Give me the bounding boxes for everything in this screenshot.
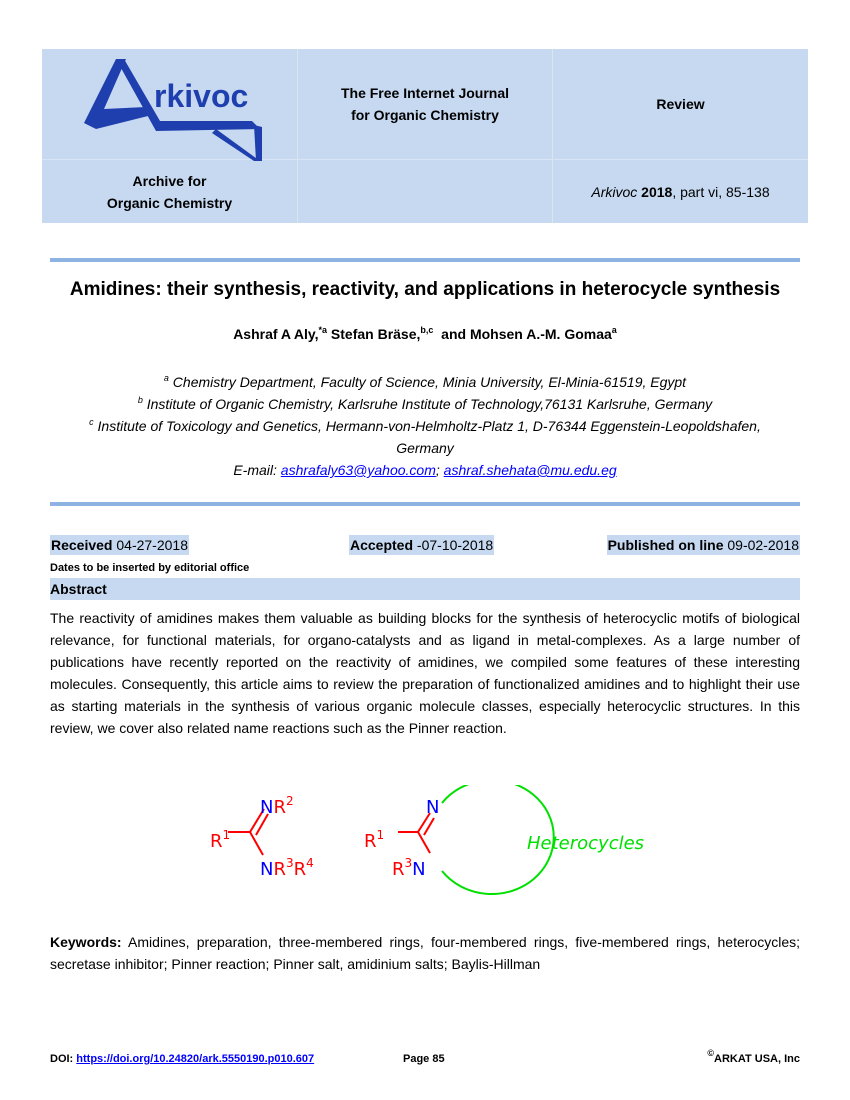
n-bottom: N xyxy=(260,859,273,880)
amidine-scheme: R1 NR2 NR3R4 R1 N R3N Heterocycles xyxy=(210,785,644,895)
affiliation-text: Chemistry Department, Faculty of Science… xyxy=(168,374,687,390)
r3-label: R xyxy=(273,859,286,880)
journal-tagline-line1: The Free Internet Journal xyxy=(340,85,510,101)
affiliation: c Institute of Toxicology and Genetics, … xyxy=(40,415,810,437)
citation: Arkivoc 2018, part vi, 85-138 xyxy=(553,160,808,223)
r1-label: R xyxy=(364,831,377,852)
r2-label: R xyxy=(273,797,286,818)
affiliation: b Institute of Organic Chemistry, Karlsr… xyxy=(40,393,810,415)
accepted-date: Accepted -07-10-2018 xyxy=(349,535,495,555)
n-top: N xyxy=(260,797,273,818)
accepted-value: -07-10-2018 xyxy=(413,537,494,553)
svg-text:rkivoc: rkivoc xyxy=(154,78,248,114)
article-type: Review xyxy=(656,96,705,112)
author-affiliation-mark: *a xyxy=(318,325,328,335)
journal-tagline-line2: for Organic Chemistry xyxy=(351,107,499,123)
keywords-text: Amidines, preparation, three-membered ri… xyxy=(50,934,800,972)
doi-label: DOI: xyxy=(50,1053,77,1065)
email-link-2[interactable]: ashraf.shehata@mu.edu.eg xyxy=(444,462,617,478)
email-line: E-mail: ashrafaly63@yahoo.com; ashraf.sh… xyxy=(40,459,810,481)
affiliation-text: Institute of Toxicology and Genetics, He… xyxy=(93,418,761,434)
author-name: and Mohsen A.-M. Gomaa xyxy=(433,326,612,342)
divider-rule xyxy=(50,258,800,262)
archive-line1: Archive for xyxy=(132,172,207,189)
editorial-note: Dates to be inserted by editorial office xyxy=(50,562,250,574)
published-label: Published on line xyxy=(607,537,724,553)
author-name: Ashraf A Aly, xyxy=(233,326,319,342)
r1-label: R xyxy=(210,831,223,852)
svg-text:R1: R1 xyxy=(210,828,230,852)
amidine-structure: R1 NR2 NR3R4 xyxy=(210,794,314,880)
archive-label: Archive for Organic Chemistry xyxy=(42,160,297,223)
citation-year: 2018 xyxy=(641,183,673,200)
affiliation-text: Germany xyxy=(396,440,454,456)
svg-text:NR3R4: NR3R4 xyxy=(260,856,314,880)
author-list: Ashraf A Aly,*a Stefan Bräse,b,c and Moh… xyxy=(0,325,850,343)
keywords-label: Keywords: xyxy=(50,934,122,950)
r1-sup: 1 xyxy=(377,828,385,842)
citation-journal: Arkivoc xyxy=(591,183,638,200)
copyright-text: ARKAT USA, Inc xyxy=(714,1053,800,1065)
abstract-heading: Abstract xyxy=(50,578,800,600)
journal-header: Arkivoc rkivoc The Free Internet Journal… xyxy=(42,49,808,223)
affiliation: a Chemistry Department, Faculty of Scien… xyxy=(40,371,810,393)
r3-label: R xyxy=(392,859,405,880)
received-date: Received 04-27-2018 xyxy=(50,535,189,555)
r4-label: R xyxy=(294,859,307,880)
archive-line2: Organic Chemistry xyxy=(106,194,233,211)
r3-sup: 3 xyxy=(405,856,413,870)
svg-text:R3N: R3N xyxy=(392,856,426,880)
n-top: N xyxy=(426,797,439,818)
accepted-label: Accepted xyxy=(350,537,414,553)
received-label: Received xyxy=(51,537,113,553)
heterocycles-label: Heterocycles xyxy=(527,833,644,854)
r4-sup: 4 xyxy=(306,856,314,870)
arkivoc-logo: Arkivoc rkivoc xyxy=(84,59,262,161)
article-title: Amidines: their synthesis, reactivity, a… xyxy=(69,279,781,300)
published-date: Published on line 09-02-2018 xyxy=(606,535,800,555)
doi: DOI: https://doi.org/10.24820/ark.555019… xyxy=(50,1053,314,1065)
author-affiliation-mark: a xyxy=(611,325,617,335)
email-link-1[interactable]: ashrafaly63@yahoo.com xyxy=(281,462,436,478)
page-number: Page 85 xyxy=(403,1053,445,1065)
doi-link[interactable]: https://doi.org/10.24820/ark.5550190.p01… xyxy=(76,1053,314,1065)
abstract-text: The reactivity of amidines makes them va… xyxy=(50,610,800,736)
cyclic-amidine-structure: R1 N R3N xyxy=(364,785,555,895)
copyright: ©ARKAT USA, Inc xyxy=(707,1049,800,1066)
author-name: Stefan Bräse, xyxy=(327,326,421,342)
published-value: 09-02-2018 xyxy=(723,537,799,553)
affiliation-text: Institute of Organic Chemistry, Karlsruh… xyxy=(142,396,713,412)
citation-rest: , part vi, 85-138 xyxy=(672,183,770,200)
keywords: Keywords: Amidines, preparation, three-m… xyxy=(50,931,800,975)
affiliation: Germany xyxy=(40,437,810,459)
received-value: 04-27-2018 xyxy=(112,537,188,553)
svg-text:R1: R1 xyxy=(364,828,384,852)
divider-rule xyxy=(50,502,800,506)
author-affiliation-mark: b,c xyxy=(420,325,434,335)
journal-tagline: The Free Internet Journal for Organic Ch… xyxy=(298,49,552,159)
email-separator: ; xyxy=(435,462,444,478)
r1-sup: 1 xyxy=(223,828,231,842)
svg-text:NR2: NR2 xyxy=(260,794,294,818)
email-label: E-mail: xyxy=(233,462,281,478)
r3-sup: 3 xyxy=(286,856,294,870)
r2-sup: 2 xyxy=(286,794,294,808)
n-bottom: N xyxy=(412,859,425,880)
